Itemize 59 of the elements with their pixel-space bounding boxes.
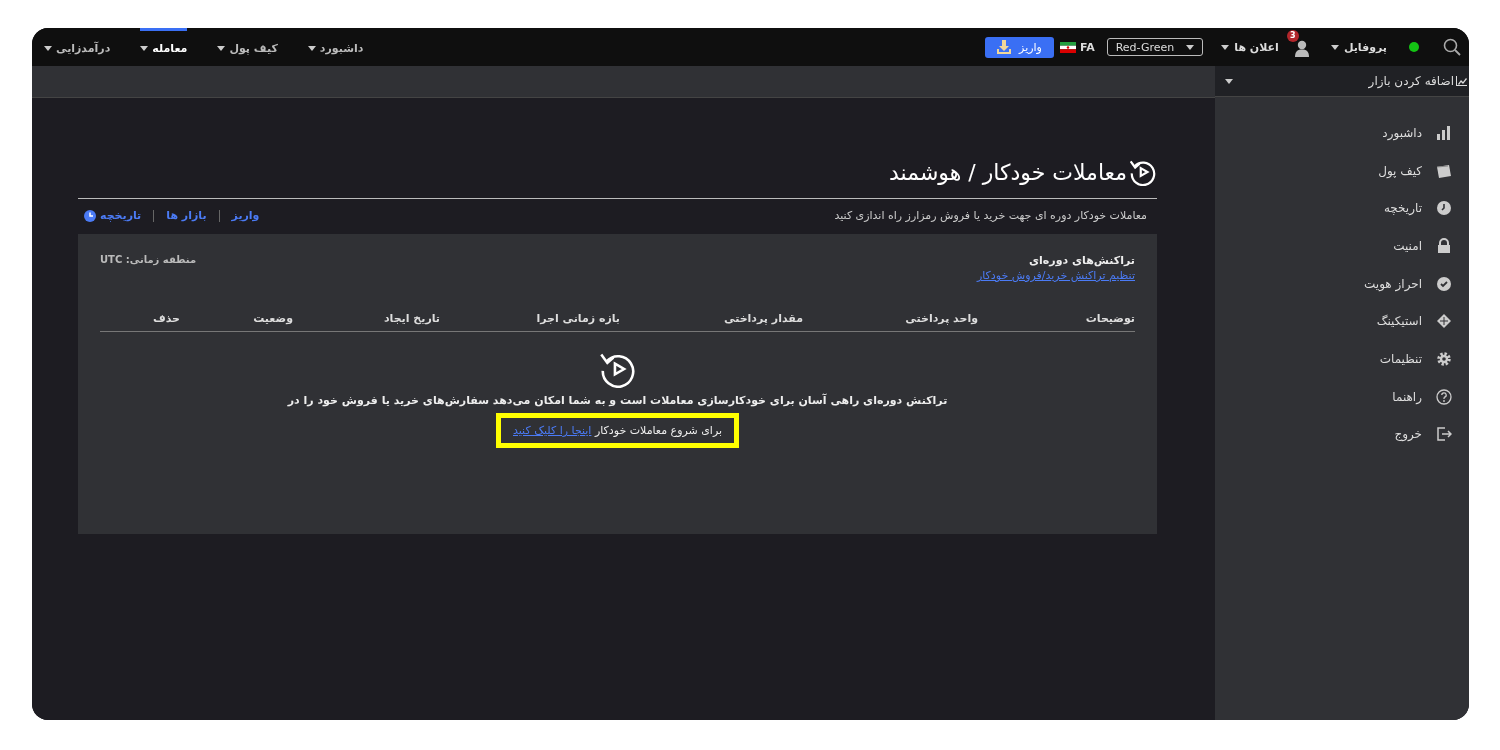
caret-icon [1330,44,1339,50]
download-icon [997,40,1012,54]
diamond-icon [1436,313,1452,330]
sidebar-item[interactable]: راهنما [1215,377,1469,416]
theme-select[interactable]: Red-Green [1106,38,1204,56]
column-header: بازه زمانی اجرا [535,312,620,325]
caret-icon [140,46,149,51]
clock-icon [84,209,96,222]
sidebar-item[interactable]: کیف پول [1215,151,1469,190]
empty-message: تراکنش دوره‌ای راهی آسان برای خودکارسازی معاملات است و به شما امکان می‌دهد سفارش‌های خرید یا فروش خود را در [287,394,948,407]
timezone-label: منطقه زمانی: UTC [100,254,197,265]
page-description: معاملات خودکار دوره ای جهت خرید یا فروش رمزارز راه اندازی کنید [834,209,1147,222]
notifications-menu[interactable]: اعلان ها [1221,40,1279,54]
column-header: توضیحات [1084,312,1135,325]
market-selector[interactable]: اضافه کردن بازار [1215,66,1469,97]
settings-icon [1436,350,1452,367]
clock-icon [1436,200,1452,217]
logout-icon [1436,426,1452,443]
language-label[interactable]: FA [1079,40,1095,54]
sidebar-item[interactable]: داشبورد [1215,114,1469,152]
chart-icon [1456,76,1467,86]
caret-icon [44,46,52,51]
caret-icon [1225,78,1233,84]
page-link[interactable]: بازار ها [166,209,207,222]
check-badge-icon [1436,275,1452,292]
deposit-button[interactable]: واریز [985,36,1054,58]
wallet-icon [1436,162,1452,179]
sidebar-item[interactable]: تنظیمات [1215,340,1469,378]
panel-title: تراکنش‌های دوره‌ای [1028,254,1135,267]
column-header: وضعیت [252,312,293,325]
replay-icon [1129,158,1157,186]
user-icon [1294,39,1309,57]
start-prompt: برای شروع معاملات خودکار اینجا را کلیک کنید [513,424,723,437]
caret-icon [1221,44,1230,50]
sidebar-item[interactable]: امنیت [1215,227,1469,265]
caret-icon [1186,44,1195,50]
column-header: تاریخ ایجاد [382,312,440,325]
bar-chart-icon [1436,124,1452,141]
sidebar-item[interactable]: خروج [1215,415,1469,454]
nav-menu-item[interactable]: داشبورد [307,28,364,66]
column-header: واحد پرداختی [904,312,978,325]
profile-menu[interactable]: پروفایل [1330,40,1387,54]
help-icon [1436,388,1452,405]
sidebar-item[interactable]: استیکینگ [1215,302,1469,341]
nav-menu-item[interactable]: کیف پول [217,28,278,66]
sidebar-item[interactable]: تاریخچه [1215,189,1469,228]
nav-menu-item[interactable]: درآمدزایی [44,28,111,66]
column-header: مقدار پرداختی [723,312,803,325]
notification-badge: 3 [1286,29,1299,42]
page-link[interactable]: واریز [231,209,260,222]
page-title: معاملات خودکار / هوشمند [889,159,1127,185]
sidebar-item[interactable]: احراز هویت [1215,264,1469,303]
caret-icon [307,46,316,51]
column-header: حذف [151,312,180,325]
page-link[interactable]: تاریخچه [84,209,142,222]
flag-icon [1059,41,1076,53]
search-icon [1443,38,1461,56]
lock-icon [1436,237,1452,254]
caret-icon [217,46,226,51]
